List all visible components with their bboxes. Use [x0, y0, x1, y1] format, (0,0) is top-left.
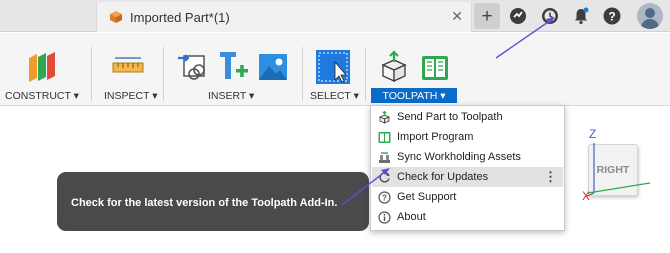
menu-item-label: Get Support [397, 191, 457, 203]
select-window-icon[interactable] [315, 48, 351, 86]
toolbar-divider [163, 47, 164, 101]
construct-menu-label[interactable]: CONSTRUCT ▾ [5, 90, 79, 102]
select-menu-label[interactable]: SELECT ▾ [310, 90, 359, 102]
toolpath-menu-button[interactable]: TOOLPATH ▾ [371, 88, 457, 103]
menu-item-label: Import Program [397, 131, 474, 143]
document-title: Imported Part*(1) [130, 9, 230, 25]
menu-item-send-part[interactable]: Send Part to Toolpath [372, 107, 563, 127]
insert-image-icon[interactable] [256, 50, 290, 84]
toolpath-dropdown-menu: Send Part to Toolpath Import Program Syn… [370, 105, 565, 231]
axis-x-label: X [582, 189, 591, 203]
new-tab-button[interactable]: + [474, 3, 500, 29]
menu-item-import-program[interactable]: Import Program [372, 127, 563, 147]
import-program-icon [378, 131, 391, 143]
workholding-vise-icon [379, 151, 390, 163]
close-tab-icon[interactable]: ✕ [451, 8, 463, 25]
menu-item-label: About [397, 211, 426, 223]
insert-mcmaster-icon[interactable] [217, 50, 251, 84]
user-avatar[interactable] [637, 3, 663, 29]
send-part-icon [379, 110, 390, 124]
svg-text:?: ? [382, 193, 387, 202]
construct-plane-icon[interactable] [25, 50, 59, 84]
toolbar-divider [91, 47, 92, 101]
menu-item-about[interactable]: About [372, 207, 563, 227]
menu-item-sync-workholding[interactable]: Sync Workholding Assets [372, 147, 563, 167]
toolpath-import-program-icon[interactable] [418, 50, 452, 84]
more-options-icon[interactable]: ⋮ [544, 169, 557, 185]
inspect-menu-label[interactable]: INSPECT ▾ [104, 90, 158, 102]
job-status-icon[interactable] [508, 6, 528, 26]
support-icon: ? [378, 190, 391, 204]
insert-derive-icon[interactable] [176, 50, 210, 84]
menu-item-label: Check for Updates [397, 171, 489, 183]
measure-ruler-icon[interactable] [111, 50, 145, 84]
toolpath-send-part-icon[interactable] [377, 50, 411, 84]
insert-menu-label[interactable]: INSERT ▾ [208, 90, 254, 102]
part-cube-icon [110, 11, 122, 23]
tab-bar: Imported Part*(1) ✕ + ? [0, 0, 670, 32]
tooltip-check-updates: Check for the latest version of the Tool… [57, 172, 369, 231]
notifications-icon[interactable] [571, 6, 591, 26]
menu-item-label: Sync Workholding Assets [397, 151, 521, 163]
clock-history-icon[interactable] [540, 6, 560, 26]
view-cube[interactable]: RIGHT [588, 144, 638, 196]
refresh-icon [379, 171, 390, 182]
menu-item-check-updates[interactable]: Check for Updates ⋮ [372, 167, 563, 187]
toolbar-divider [365, 47, 366, 101]
axis-z-label: Z [589, 127, 597, 141]
toolbar-divider [302, 47, 303, 101]
menu-item-label: Send Part to Toolpath [397, 111, 503, 123]
help-icon[interactable]: ? [602, 6, 622, 26]
info-icon [378, 210, 391, 224]
svg-text:?: ? [608, 10, 615, 24]
menu-item-get-support[interactable]: ? Get Support [372, 187, 563, 207]
main-toolbar: CONSTRUCT ▾ INSPECT ▾ INSERT ▾ SELECT ▾ … [0, 33, 670, 106]
document-tab[interactable]: Imported Part*(1) ✕ [96, 2, 472, 32]
